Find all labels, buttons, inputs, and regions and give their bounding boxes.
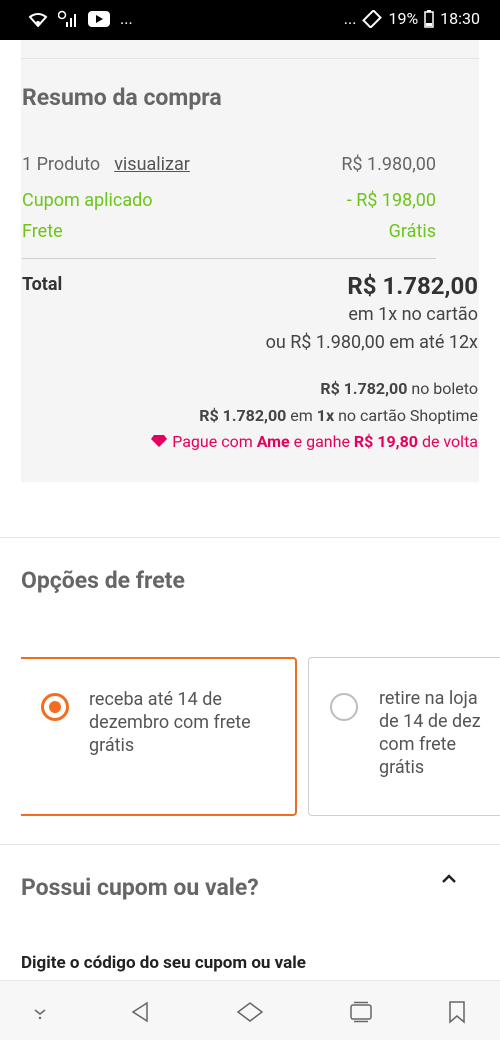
coupon-discount: - R$ 198,00 bbox=[346, 190, 436, 211]
signal-icon bbox=[58, 10, 76, 27]
battery-percent: 19% bbox=[388, 9, 419, 28]
ame-diamond-icon bbox=[151, 435, 168, 447]
ame-text-a: Pague com bbox=[172, 432, 257, 451]
product-price: R$ 1.980,00 bbox=[341, 154, 436, 175]
boleto-text: no boleto bbox=[407, 379, 478, 398]
product-count: 1 Produto bbox=[22, 154, 101, 175]
ame-text-b: e ganhe bbox=[289, 432, 354, 451]
shipping-options-title: Opções de frete bbox=[21, 567, 185, 594]
radio-unselected-icon[interactable] bbox=[330, 693, 358, 721]
view-products-link[interactable]: visualizar bbox=[114, 154, 190, 175]
shipping-option-pickup[interactable]: retire na loja de 14 de dez com frete gr… bbox=[308, 657, 500, 816]
chevron-up-icon[interactable] bbox=[438, 868, 460, 890]
coupon-applied-label: Cupom aplicado bbox=[22, 190, 153, 211]
section-divider bbox=[0, 844, 500, 845]
rotate-icon bbox=[362, 9, 383, 28]
total-label: Total bbox=[22, 274, 63, 295]
clock: 18:30 bbox=[440, 9, 480, 28]
battery-icon bbox=[424, 9, 434, 28]
shoptime-card-line: R$ 1.782,00 em 1x no cartão Shoptime bbox=[199, 406, 478, 425]
coupon-section-title: Possui cupom ou vale? bbox=[21, 874, 259, 901]
installments-text: ou R$ 1.980,00 em até 12x bbox=[265, 332, 478, 353]
radio-selected-icon[interactable] bbox=[41, 693, 69, 721]
boleto-price: R$ 1.782,00 bbox=[320, 379, 408, 398]
shoptime-text-b: no cartão Shoptime bbox=[334, 406, 478, 425]
recents-icon bbox=[350, 1001, 372, 1023]
shipping-option-delivery-text: receba até 14 de dezembro com frete grát… bbox=[89, 689, 251, 756]
bookmark-icon bbox=[449, 1001, 465, 1024]
home-button[interactable] bbox=[235, 997, 265, 1027]
system-nav-bar bbox=[0, 980, 500, 1040]
more-status: ... bbox=[343, 9, 357, 28]
ame-cashback-line: Pague com Ame e ganhe R$ 19,80 de volta bbox=[150, 432, 478, 451]
summary-title: Resumo da compra bbox=[22, 84, 222, 111]
shipping-option-pickup-text: retire na loja de 14 de dez com frete gr… bbox=[379, 688, 481, 778]
back-button[interactable] bbox=[125, 997, 155, 1027]
wifi-icon bbox=[28, 12, 48, 27]
back-icon bbox=[131, 1001, 148, 1023]
shipping-label: Frete bbox=[22, 221, 63, 242]
ame-text-c: de volta bbox=[417, 432, 478, 451]
ame-brand: Ame bbox=[256, 432, 290, 451]
recents-button[interactable] bbox=[346, 997, 376, 1027]
coupon-input-label: Digite o código do seu cupom ou vale bbox=[21, 953, 306, 973]
bookmark-button[interactable] bbox=[442, 997, 472, 1027]
chevron-down-icon bbox=[34, 1009, 46, 1020]
summary-divider bbox=[22, 258, 436, 259]
shipping-value: Grátis bbox=[388, 221, 436, 242]
shoptime-price: R$ 1.782,00 bbox=[199, 406, 287, 425]
shoptime-1x: 1x bbox=[316, 406, 335, 425]
hide-nav-button[interactable] bbox=[25, 997, 55, 1027]
boleto-line: R$ 1.782,00 no boleto bbox=[320, 379, 478, 398]
shoptime-text-a: em bbox=[286, 406, 317, 425]
ame-value: R$ 19,80 bbox=[353, 432, 418, 451]
section-divider bbox=[0, 537, 500, 538]
youtube-icon bbox=[88, 10, 110, 27]
product-count-wrap: 1 Produto visualizar bbox=[22, 154, 190, 175]
status-bar: ... ... 19% 18:30 bbox=[0, 0, 500, 40]
shipping-option-delivery[interactable]: receba até 14 de dezembro com frete grát… bbox=[21, 657, 297, 816]
home-icon bbox=[236, 1002, 264, 1022]
card-top-divider bbox=[21, 58, 479, 59]
card-1x-text: em 1x no cartão bbox=[348, 304, 478, 325]
total-value: R$ 1.782,00 bbox=[347, 272, 478, 300]
more-notifications: ... bbox=[120, 9, 133, 28]
